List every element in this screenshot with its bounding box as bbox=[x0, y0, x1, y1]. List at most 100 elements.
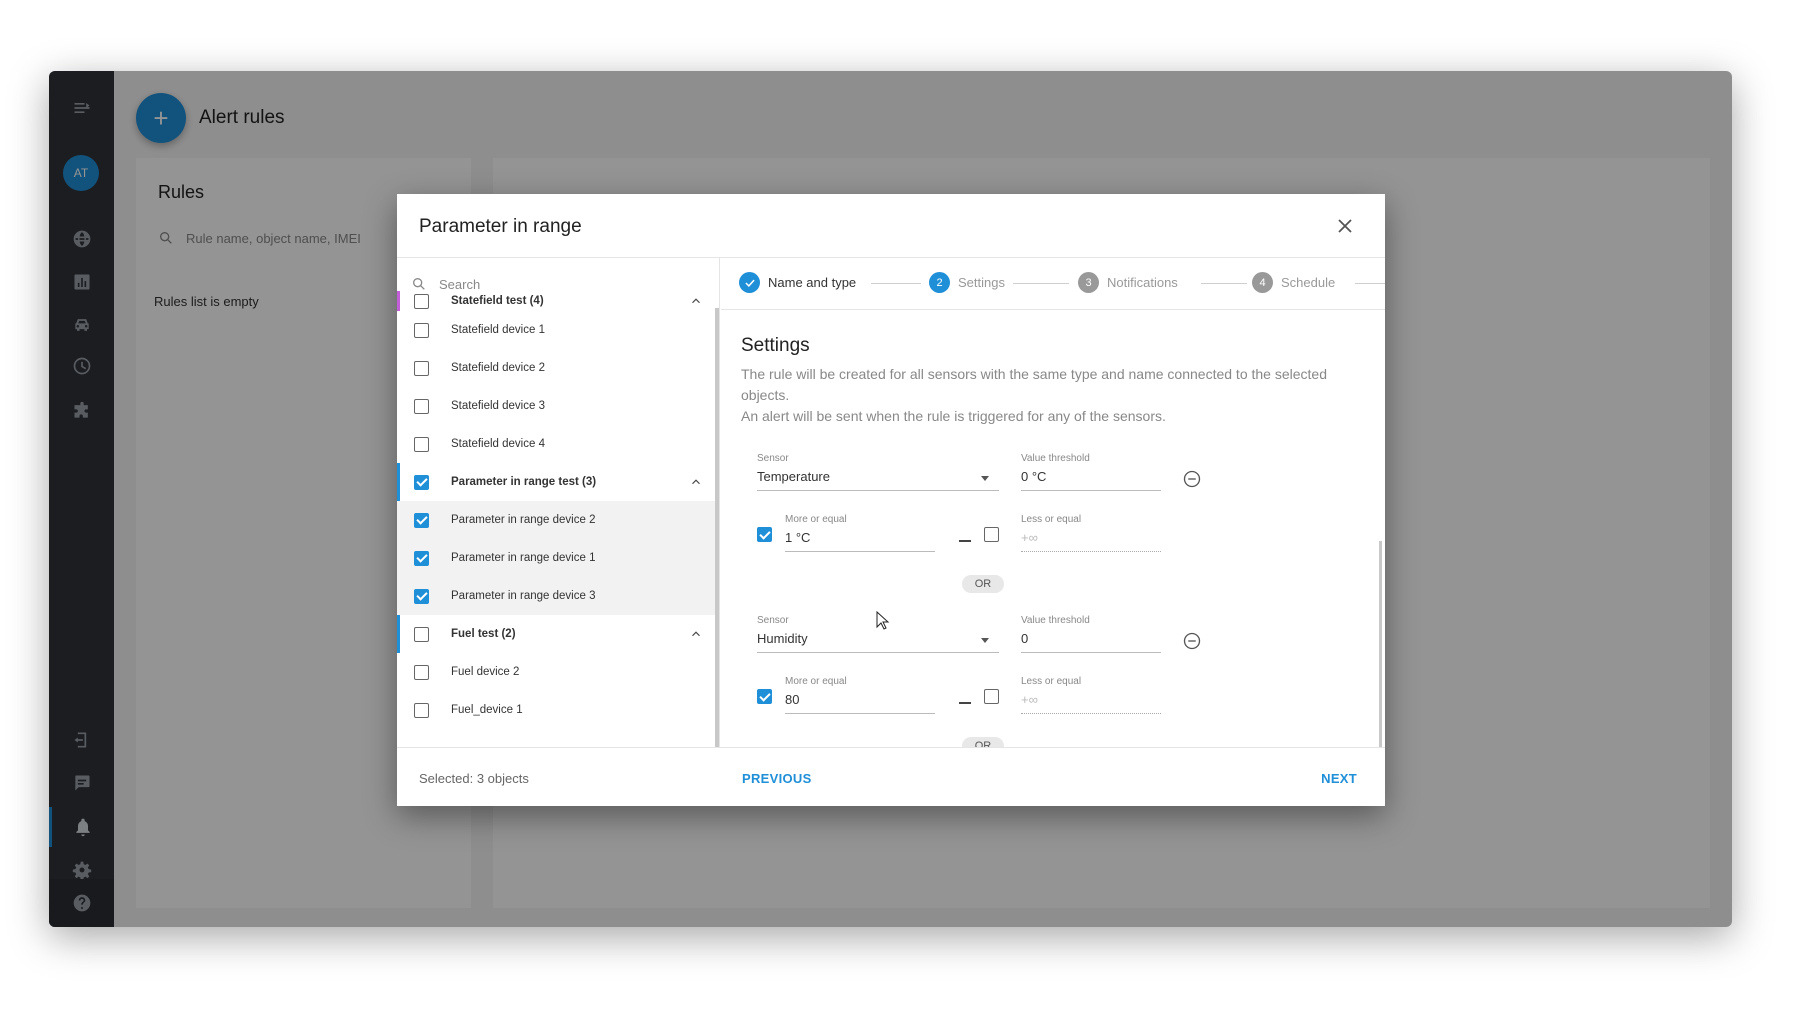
object-group-row[interactable]: Parameter in range test (3) bbox=[397, 463, 717, 501]
help-icon[interactable] bbox=[49, 879, 114, 927]
object-checkbox[interactable] bbox=[414, 322, 429, 338]
object-list: Statefield test (4) Statefield device 1 St… bbox=[397, 291, 717, 729]
chevron-up-icon[interactable] bbox=[689, 294, 703, 308]
object-checkbox[interactable] bbox=[414, 588, 429, 604]
less-or-equal-label: Less or equal bbox=[1021, 676, 1082, 687]
add-rule-button[interactable]: + bbox=[136, 93, 186, 143]
object-label: Fuel_device 1 bbox=[451, 704, 523, 716]
more-or-equal-input[interactable]: 1 °C bbox=[785, 530, 810, 545]
object-checkbox[interactable] bbox=[414, 702, 429, 718]
object-label: Statefield device 4 bbox=[451, 438, 545, 450]
more-or-equal-checkbox[interactable] bbox=[757, 527, 772, 542]
dialog-title: Parameter in range bbox=[419, 216, 582, 237]
sensor-underline bbox=[757, 652, 999, 653]
object-group-row[interactable]: Fuel test (2) bbox=[397, 615, 717, 653]
threshold-input[interactable]: 0 °C bbox=[1021, 469, 1046, 484]
object-label: Statefield device 2 bbox=[451, 362, 545, 374]
selected-count: Selected: 3 objects bbox=[419, 771, 529, 786]
object-checkbox[interactable] bbox=[414, 436, 429, 452]
object-checkbox[interactable] bbox=[414, 398, 429, 414]
sensor-underline bbox=[757, 490, 999, 491]
check-icon bbox=[739, 272, 760, 293]
chevron-down-icon[interactable] bbox=[981, 476, 989, 481]
avatar[interactable]: AT bbox=[63, 155, 99, 191]
globe-icon[interactable] bbox=[49, 219, 114, 259]
object-list-scrollbar[interactable] bbox=[715, 308, 719, 747]
threshold-label: Value threshold bbox=[1021, 453, 1090, 464]
rules-search-input[interactable]: Rule name, object name, IMEI bbox=[158, 230, 361, 246]
chat-icon[interactable] bbox=[49, 763, 114, 803]
object-row[interactable]: Parameter in range device 2 bbox=[397, 501, 717, 539]
rules-search-placeholder: Rule name, object name, IMEI bbox=[186, 230, 361, 246]
more-or-equal-input[interactable]: 80 bbox=[785, 692, 799, 707]
next-button[interactable]: NEXT bbox=[1321, 771, 1357, 786]
remove-condition-icon[interactable] bbox=[1182, 469, 1202, 489]
rules-empty-text: Rules list is empty bbox=[154, 294, 259, 309]
object-group-row[interactable]: Statefield test (4) bbox=[397, 291, 717, 311]
remove-condition-icon[interactable] bbox=[1182, 631, 1202, 651]
menu-icon[interactable] bbox=[49, 88, 114, 128]
threshold-underline bbox=[1021, 490, 1161, 491]
less-or-equal-input[interactable]: +∞ bbox=[1021, 692, 1038, 707]
more-or-equal-checkbox[interactable] bbox=[757, 689, 772, 704]
range-dash bbox=[959, 540, 971, 542]
chevron-up-icon[interactable] bbox=[689, 475, 703, 489]
settings-description-line-1: The rule will be created for all sensors… bbox=[741, 366, 1327, 403]
wizard-stepper: Name and type 2 Settings 3 Notifications… bbox=[721, 258, 1385, 310]
puzzle-icon[interactable] bbox=[49, 391, 114, 431]
object-checkbox[interactable] bbox=[414, 550, 429, 566]
threshold-underline bbox=[1021, 652, 1161, 653]
object-checkbox[interactable] bbox=[414, 664, 429, 680]
previous-button[interactable]: PREVIOUS bbox=[742, 771, 812, 786]
more-or-equal-underline bbox=[785, 551, 935, 552]
sensor-select[interactable]: Humidity bbox=[757, 631, 808, 646]
object-row[interactable]: Parameter in range device 1 bbox=[397, 539, 717, 577]
object-row[interactable]: Parameter in range device 3 bbox=[397, 577, 717, 615]
chart-icon[interactable] bbox=[49, 262, 114, 302]
less-or-equal-checkbox[interactable] bbox=[984, 527, 999, 542]
settings-scrollbar[interactable] bbox=[1379, 541, 1382, 747]
sensor-select[interactable]: Temperature bbox=[757, 469, 830, 484]
or-chip: OR bbox=[962, 575, 1004, 593]
object-search-placeholder: Search bbox=[439, 276, 481, 292]
chevron-up-icon[interactable] bbox=[689, 627, 703, 641]
range-dash bbox=[959, 702, 971, 704]
search-icon bbox=[160, 232, 172, 244]
page-title: Alert rules bbox=[199, 107, 285, 128]
clock-icon[interactable] bbox=[49, 346, 114, 386]
step-name-and-type[interactable]: Name and type bbox=[739, 272, 856, 293]
mouse-cursor-icon bbox=[876, 611, 890, 630]
object-row[interactable]: Statefield device 3 bbox=[397, 387, 717, 425]
object-row[interactable]: Statefield device 4 bbox=[397, 425, 717, 463]
step-schedule[interactable]: 4 Schedule bbox=[1252, 272, 1335, 293]
logout-icon[interactable] bbox=[49, 720, 114, 760]
group-color-bar bbox=[397, 615, 400, 653]
bell-icon[interactable] bbox=[49, 807, 114, 847]
step-number: 2 bbox=[929, 272, 950, 293]
search-icon bbox=[413, 278, 425, 290]
object-row[interactable]: Statefield device 2 bbox=[397, 349, 717, 387]
object-label: Parameter in range test (3) bbox=[451, 476, 597, 488]
parameter-in-range-dialog: Parameter in range Search Statefield tes… bbox=[397, 194, 1385, 806]
object-label: Statefield test (4) bbox=[451, 295, 544, 307]
close-icon[interactable] bbox=[1333, 214, 1357, 238]
less-or-equal-input[interactable]: +∞ bbox=[1021, 530, 1038, 545]
object-list-pane: Search Statefield test (4) Statefield dev… bbox=[397, 258, 720, 747]
less-or-equal-checkbox[interactable] bbox=[984, 689, 999, 704]
object-checkbox[interactable] bbox=[414, 512, 429, 528]
object-checkbox[interactable] bbox=[414, 626, 429, 642]
threshold-input[interactable]: 0 bbox=[1021, 631, 1028, 646]
object-checkbox[interactable] bbox=[414, 360, 429, 376]
step-connector bbox=[1355, 283, 1385, 284]
chevron-down-icon[interactable] bbox=[981, 638, 989, 643]
object-row[interactable]: Fuel_device 1 bbox=[397, 691, 717, 729]
step-notifications[interactable]: 3 Notifications bbox=[1078, 272, 1178, 293]
object-checkbox[interactable] bbox=[414, 474, 429, 490]
object-row[interactable]: Fuel device 2 bbox=[397, 653, 717, 691]
object-label: Parameter in range device 2 bbox=[451, 514, 596, 526]
step-settings[interactable]: 2 Settings bbox=[929, 272, 1005, 293]
object-checkbox[interactable] bbox=[414, 293, 429, 309]
step-number: 4 bbox=[1252, 272, 1273, 293]
object-row[interactable]: Statefield device 1 bbox=[397, 311, 717, 349]
car-icon[interactable] bbox=[49, 305, 114, 345]
